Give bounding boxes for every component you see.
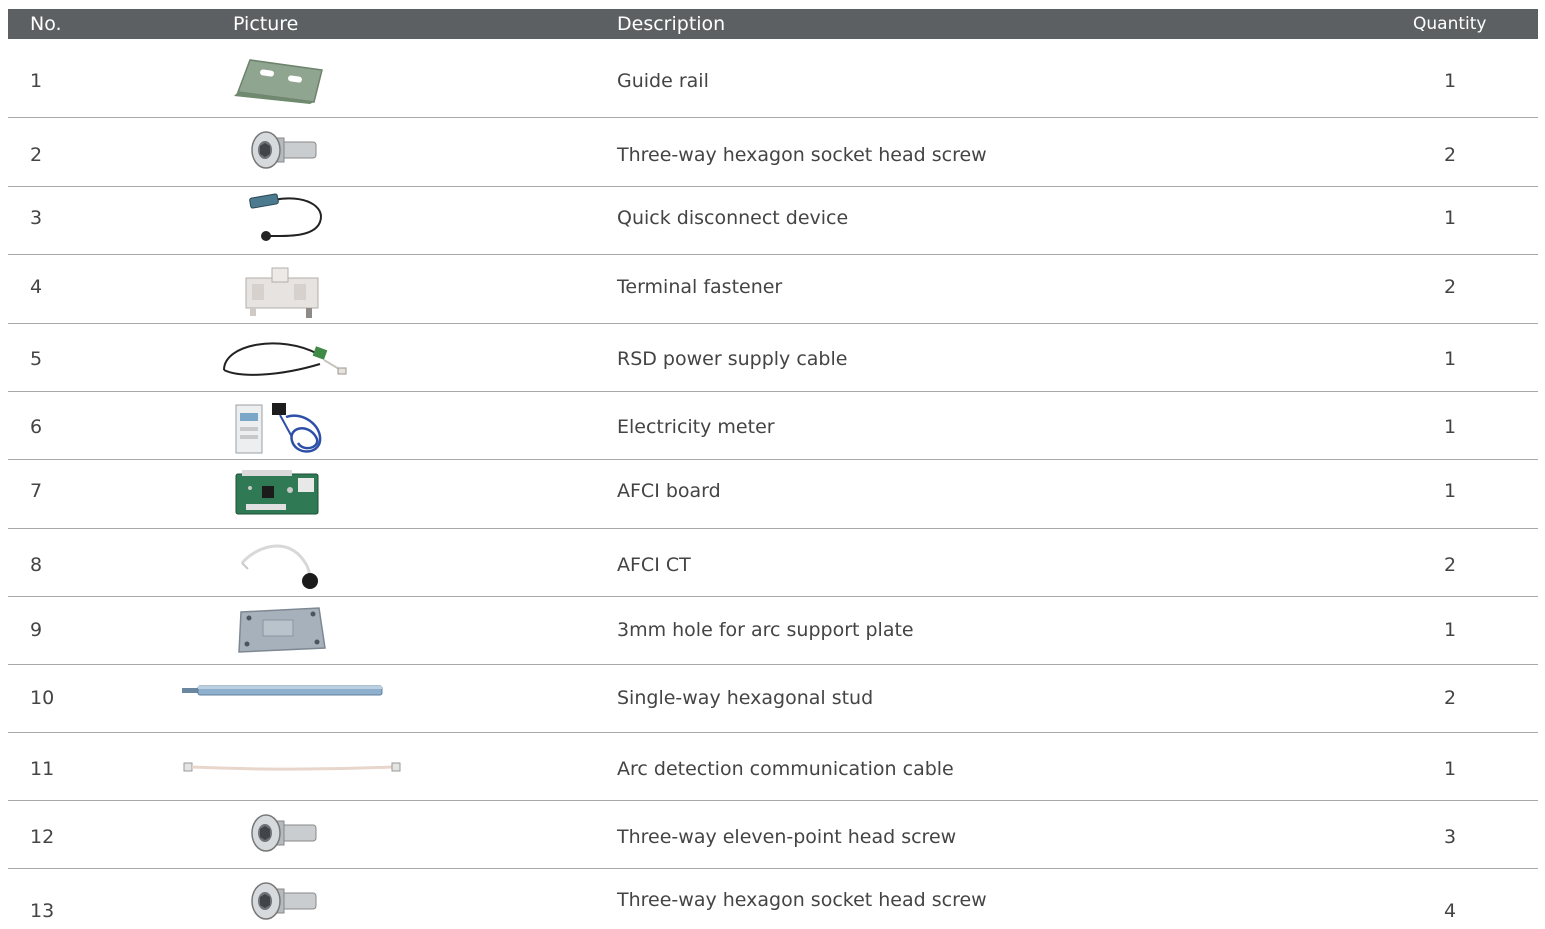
electricity-meter-icon: [232, 397, 332, 457]
table-row: 7 AFCI board 1: [8, 460, 1538, 529]
row-quantity: 2: [1444, 276, 1457, 298]
quick-disconnect-device-icon: [244, 192, 326, 248]
header-quantity: Quantity: [1413, 14, 1487, 34]
circuit-board-icon: [232, 468, 322, 518]
ct-sensor-icon: [238, 539, 330, 591]
table-row: 9 3mm hole for arc support plate 1: [8, 597, 1538, 665]
row-description: Electricity meter: [617, 416, 775, 438]
table-row: 1 Guide rail 1: [8, 39, 1538, 118]
row-description: AFCI board: [617, 480, 721, 502]
parts-table: No. Picture Description Quantity 1 Guide…: [8, 9, 1538, 929]
row-number: 8: [30, 554, 43, 576]
row-quantity: 2: [1444, 687, 1457, 709]
row-number: 1: [30, 70, 43, 92]
table-row: 10 Single-way hexagonal stud 2: [8, 665, 1538, 733]
table-row: 13 Three-way hexagon socket head screw 4: [8, 869, 1538, 929]
row-description: Guide rail: [617, 70, 709, 92]
table-row: 3 Quick disconnect device 1: [8, 187, 1538, 255]
row-quantity: 1: [1444, 416, 1457, 438]
hex-socket-screw-icon: [250, 879, 320, 925]
terminal-fastener-icon: [242, 264, 322, 320]
table-row: 2 Three-way hexagon socket head screw 2: [8, 118, 1538, 187]
table-row: 4 Terminal fastener 2: [8, 255, 1538, 324]
row-number: 12: [30, 826, 55, 848]
table-header: No. Picture Description Quantity: [8, 9, 1538, 39]
header-no: No.: [30, 13, 62, 35]
guide-rail-icon: [230, 52, 326, 104]
support-plate-icon: [235, 604, 329, 656]
row-quantity: 1: [1444, 70, 1457, 92]
row-number: 4: [30, 276, 43, 298]
hex-socket-screw-icon: [250, 128, 320, 174]
table-row: 6 Electricity meter 1: [8, 392, 1538, 460]
row-quantity: 1: [1444, 758, 1457, 780]
row-number: 2: [30, 144, 43, 166]
table-row: 8 AFCI CT 2: [8, 529, 1538, 597]
row-number: 5: [30, 348, 43, 370]
row-number: 7: [30, 480, 43, 502]
row-description: Three-way eleven-point head screw: [617, 826, 957, 848]
table-row: 5 RSD power supply cable 1: [8, 324, 1538, 392]
header-picture: Picture: [233, 13, 299, 35]
row-quantity: 4: [1444, 900, 1457, 922]
row-quantity: 3: [1444, 826, 1457, 848]
communication-cable-icon: [182, 761, 404, 773]
row-number: 6: [30, 416, 43, 438]
header-description: Description: [617, 13, 726, 35]
row-number: 3: [30, 207, 43, 229]
power-cable-icon: [220, 334, 350, 382]
row-quantity: 1: [1444, 207, 1457, 229]
row-description: RSD power supply cable: [617, 348, 848, 370]
row-description: Three-way hexagon socket head screw: [617, 144, 987, 166]
hex-stud-icon: [180, 683, 386, 699]
row-quantity: 2: [1444, 144, 1457, 166]
row-description: Three-way hexagon socket head screw: [617, 889, 987, 911]
row-number: 10: [30, 687, 55, 709]
row-description: Quick disconnect device: [617, 207, 849, 229]
row-description: 3mm hole for arc support plate: [617, 619, 914, 641]
table-row: 12 Three-way eleven-point head screw 3: [8, 801, 1538, 869]
row-description: AFCI CT: [617, 554, 691, 576]
table-row: 11 Arc detection communication cable 1: [8, 733, 1538, 801]
row-number: 9: [30, 619, 43, 641]
row-quantity: 1: [1444, 619, 1457, 641]
hex-socket-screw-icon: [250, 811, 320, 857]
row-description: Single-way hexagonal stud: [617, 687, 874, 709]
row-quantity: 2: [1444, 554, 1457, 576]
row-quantity: 1: [1444, 480, 1457, 502]
row-number: 11: [30, 758, 55, 780]
row-quantity: 1: [1444, 348, 1457, 370]
row-number: 13: [30, 900, 55, 922]
row-description: Arc detection communication cable: [617, 758, 954, 780]
row-description: Terminal fastener: [617, 276, 783, 298]
